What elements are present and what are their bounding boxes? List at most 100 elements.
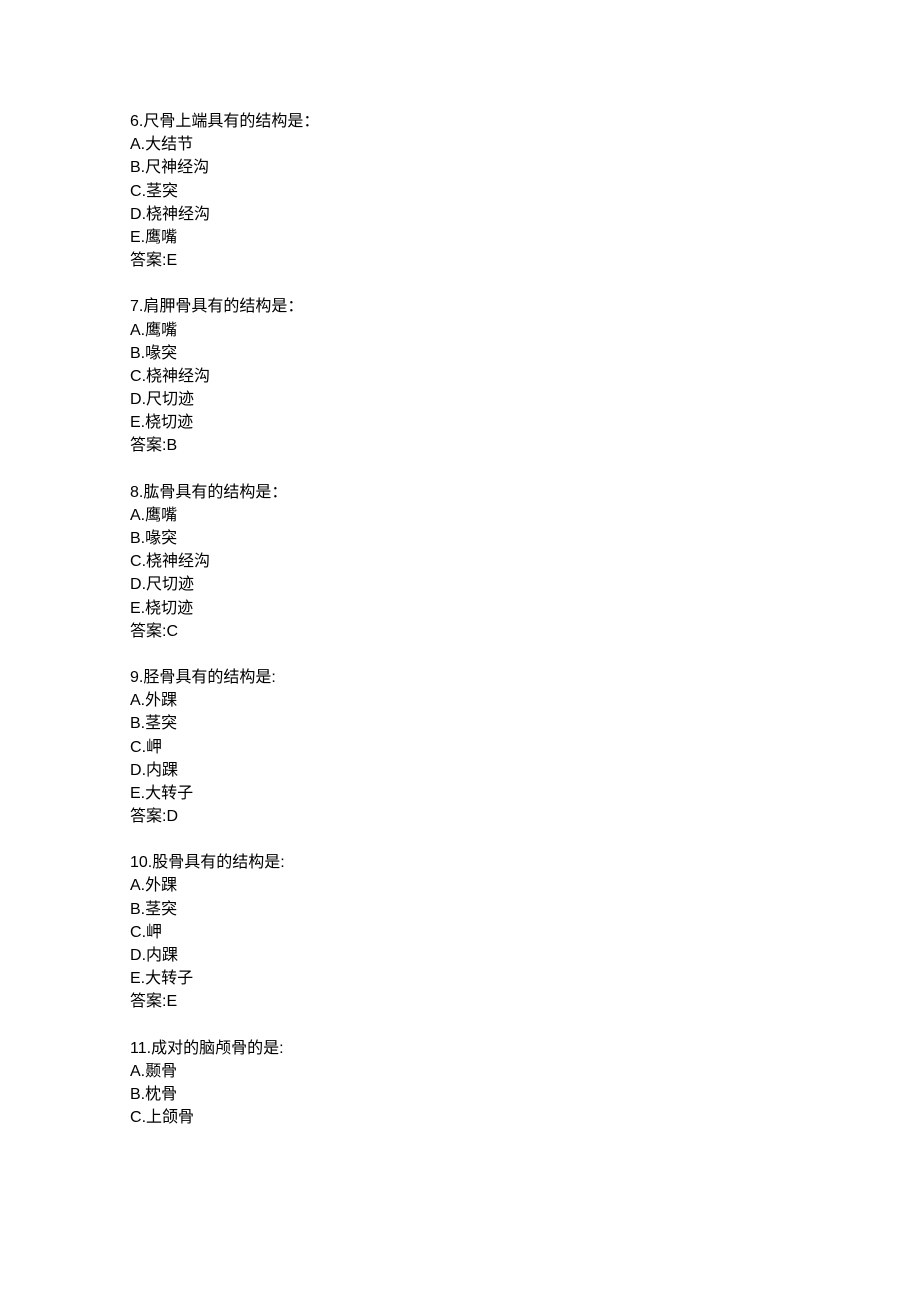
option-d: D.尺切迹: [130, 573, 790, 596]
option-key: D: [130, 947, 142, 964]
option-a: A.外踝: [130, 874, 790, 897]
option-key: D: [130, 391, 142, 408]
option-text: 上颌骨: [146, 1109, 194, 1126]
question-block: 10.股骨具有的结构是: A.外踝 B.茎突 C.岬 D.内踝 E.大转子 答案…: [130, 851, 790, 1013]
option-text: 大转子: [145, 970, 193, 987]
option-text: 大结节: [145, 136, 193, 153]
question-stem: 10.股骨具有的结构是:: [130, 851, 790, 874]
option-text: 桡神经沟: [146, 206, 210, 223]
option-text: 茎突: [145, 715, 177, 732]
option-key: A: [130, 322, 141, 339]
option-key: D: [130, 576, 142, 593]
question-number: 8: [130, 484, 139, 501]
option-text: 茎突: [145, 901, 177, 918]
option-key: C: [130, 924, 142, 941]
option-text: 颞骨: [145, 1063, 177, 1080]
option-key: E: [130, 600, 141, 617]
option-key: B: [130, 530, 141, 547]
option-text: 桡切迹: [145, 414, 193, 431]
option-c: C.茎突: [130, 180, 790, 203]
option-key: C: [130, 553, 142, 570]
option-text: 外踝: [145, 692, 177, 709]
option-key: B: [130, 159, 141, 176]
question-block: 8.肱骨具有的结构是： A.鹰嘴 B.喙突 C.桡神经沟 D.尺切迹 E.桡切迹…: [130, 481, 790, 643]
option-b: B.喙突: [130, 342, 790, 365]
question-text: 成对的脑颅骨的是:: [151, 1040, 283, 1057]
option-c: C.桡神经沟: [130, 365, 790, 388]
answer-label: 答案: [130, 623, 162, 640]
option-text: 喙突: [145, 530, 177, 547]
answer-label: 答案: [130, 993, 162, 1010]
answer-line: 答案:E: [130, 990, 790, 1013]
option-text: 茎突: [146, 183, 178, 200]
option-e: E.桡切迹: [130, 411, 790, 434]
option-key: D: [130, 206, 142, 223]
option-key: E: [130, 414, 141, 431]
question-text: 胫骨具有的结构是:: [143, 669, 275, 686]
option-e: E.大转子: [130, 967, 790, 990]
option-text: 岬: [146, 924, 162, 941]
option-key: C: [130, 368, 142, 385]
question-stem: 7.肩胛骨具有的结构是：: [130, 295, 790, 318]
option-c: C.上颌骨: [130, 1106, 790, 1129]
option-a: A.大结节: [130, 133, 790, 156]
option-d: D.桡神经沟: [130, 203, 790, 226]
option-a: A.颞骨: [130, 1060, 790, 1083]
option-key: C: [130, 1109, 142, 1126]
question-text: 肱骨具有的结构是：: [143, 484, 287, 501]
option-text: 枕骨: [145, 1086, 177, 1103]
question-stem: 6.尺骨上端具有的结构是：: [130, 110, 790, 133]
option-key: A: [130, 877, 141, 894]
option-text: 内踝: [146, 947, 178, 964]
question-text: 肩胛骨具有的结构是：: [143, 298, 303, 315]
option-b: B.枕骨: [130, 1083, 790, 1106]
option-c: C.岬: [130, 736, 790, 759]
question-block: 6.尺骨上端具有的结构是： A.大结节 B.尺神经沟 C.茎突 D.桡神经沟 E…: [130, 110, 790, 272]
option-key: E: [130, 970, 141, 987]
question-stem: 11.成对的脑颅骨的是:: [130, 1037, 790, 1060]
option-text: 鹰嘴: [145, 322, 177, 339]
option-key: B: [130, 715, 141, 732]
option-b: B.尺神经沟: [130, 156, 790, 179]
option-text: 桡切迹: [145, 600, 193, 617]
option-text: 外踝: [145, 877, 177, 894]
answer-value: B: [166, 437, 177, 454]
option-text: 大转子: [145, 785, 193, 802]
option-e: E.桡切迹: [130, 597, 790, 620]
question-number: 11: [130, 1040, 147, 1057]
option-key: A: [130, 136, 141, 153]
question-text: 尺骨上端具有的结构是：: [143, 113, 319, 130]
question-number: 9: [130, 669, 139, 686]
option-d: D.内踝: [130, 944, 790, 967]
option-key: C: [130, 183, 142, 200]
option-key: D: [130, 762, 142, 779]
option-text: 内踝: [146, 762, 178, 779]
option-a: A.鹰嘴: [130, 504, 790, 527]
option-text: 桡神经沟: [146, 553, 210, 570]
question-number: 6: [130, 113, 139, 130]
option-c: C.岬: [130, 921, 790, 944]
answer-value: C: [166, 623, 178, 640]
option-key: A: [130, 1063, 141, 1080]
option-d: D.内踝: [130, 759, 790, 782]
option-text: 鹰嘴: [145, 229, 177, 246]
option-key: B: [130, 345, 141, 362]
option-key: E: [130, 229, 141, 246]
option-text: 鹰嘴: [145, 507, 177, 524]
answer-label: 答案: [130, 437, 162, 454]
answer-value: D: [166, 808, 178, 825]
option-text: 桡神经沟: [146, 368, 210, 385]
answer-line: 答案:B: [130, 434, 790, 457]
question-stem: 9.胫骨具有的结构是:: [130, 666, 790, 689]
option-text: 尺切迹: [146, 391, 194, 408]
option-d: D.尺切迹: [130, 388, 790, 411]
option-key: A: [130, 507, 141, 524]
option-key: B: [130, 901, 141, 918]
option-key: A: [130, 692, 141, 709]
option-b: B.茎突: [130, 712, 790, 735]
question-block: 9.胫骨具有的结构是: A.外踝 B.茎突 C.岬 D.内踝 E.大转子 答案:…: [130, 666, 790, 828]
option-e: E.大转子: [130, 782, 790, 805]
answer-line: 答案:D: [130, 805, 790, 828]
option-b: B.茎突: [130, 898, 790, 921]
option-key: C: [130, 739, 142, 756]
